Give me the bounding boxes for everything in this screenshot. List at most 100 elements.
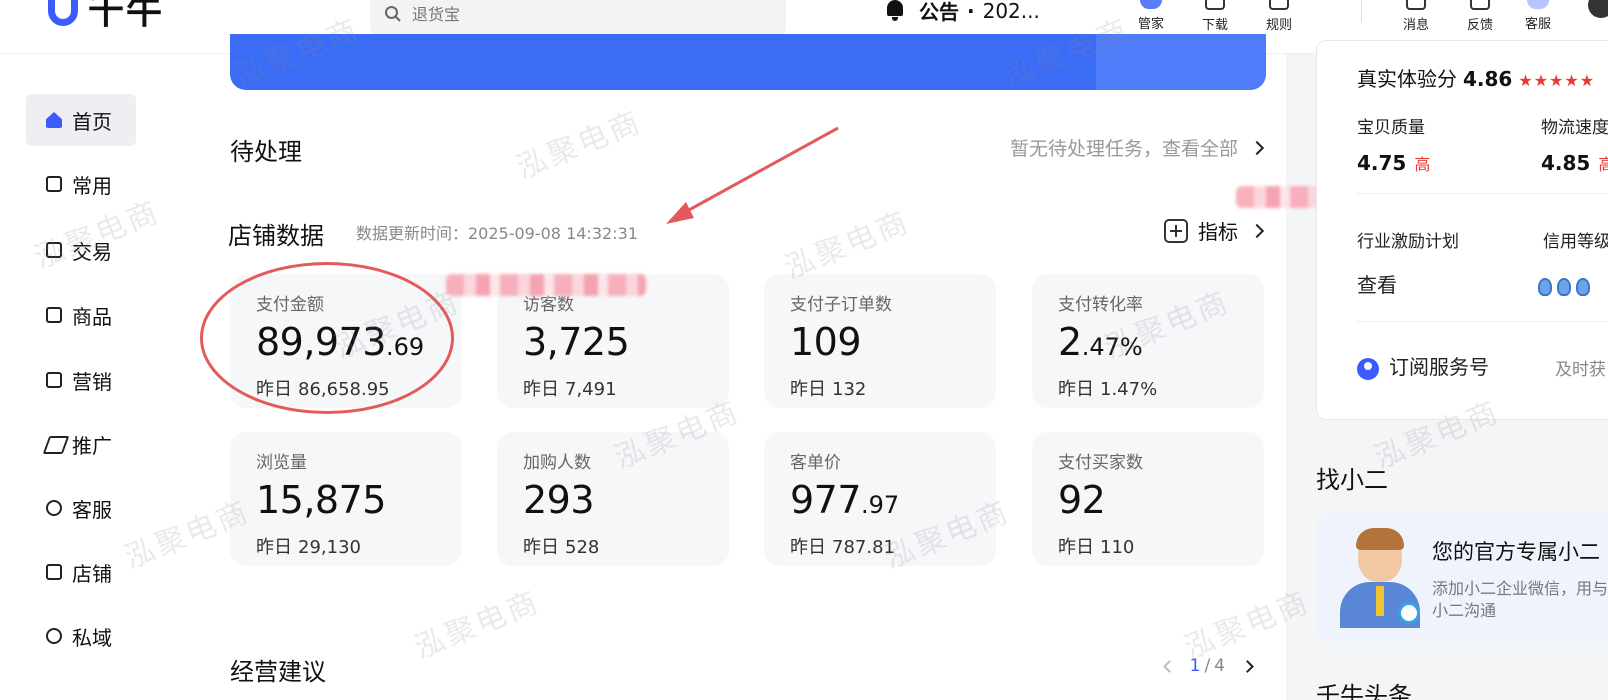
sidebar-item-favorites[interactable]: 常用	[26, 158, 136, 210]
sidebar-item-label: 商品	[72, 304, 112, 329]
metric-yesterday: 昨日 132	[790, 379, 867, 400]
metric-label: 加购人数	[523, 453, 591, 473]
sidebar-item-promotion[interactable]: 推广	[26, 418, 136, 470]
divider	[1357, 193, 1608, 194]
metric-card-add-to-cart[interactable]: 加购人数 293 昨日 528	[497, 432, 729, 566]
top-banner[interactable]	[230, 34, 1266, 90]
search-input[interactable]	[412, 4, 772, 24]
chevron-right-icon	[1249, 223, 1265, 238]
sidebar-item-label: 推广	[72, 433, 112, 458]
trade-icon	[46, 242, 62, 258]
metric-yesterday: 昨日 110	[1058, 537, 1135, 558]
shop-icon	[46, 564, 62, 580]
sidebar-item-label: 店铺	[72, 561, 112, 586]
divider	[1357, 321, 1608, 322]
metric-value: 109	[790, 320, 862, 364]
toolbar-customer-service[interactable]: 客服	[1514, 0, 1562, 32]
metric-label: 浏览量	[256, 453, 307, 473]
redacted-blur-mark	[446, 274, 646, 296]
butler-icon	[1140, 0, 1162, 9]
data-update-time: 数据更新时间：2025-09-08 14:32:31	[356, 224, 638, 243]
prev-page-icon[interactable]	[1162, 659, 1176, 673]
toolbar-label: 客服	[1524, 17, 1551, 32]
download-icon	[1205, 0, 1225, 10]
sidebar-item-label: 首页	[72, 109, 112, 134]
store-data-title: 店铺数据	[228, 222, 324, 250]
metric-value: 977.97	[790, 478, 900, 522]
helper-card[interactable]: 您的官方专属小二 添加小二企业微信，用与小二沟通	[1316, 514, 1608, 642]
news-section-title: 千牛头条	[1316, 682, 1412, 700]
message-icon	[1406, 0, 1426, 10]
bell-icon	[885, 0, 905, 22]
sidebar-item-shop[interactable]: 店铺	[26, 546, 136, 598]
metrics-button[interactable]: 指标	[1164, 216, 1265, 245]
metric-card-conversion-rate[interactable]: 支付转化率 2.47% 昨日 1.47%	[1032, 274, 1264, 408]
toolbar-divider	[1361, 0, 1362, 22]
metric-value: 15,875	[256, 478, 386, 522]
toolbar-messages[interactable]: 消息	[1392, 0, 1440, 33]
metric-value: 3,725	[523, 320, 630, 364]
metric-yesterday: 昨日 7,491	[523, 379, 617, 400]
subscribe-service-button[interactable]: 订阅服务号	[1357, 351, 1489, 380]
credit-level-diamonds-icon	[1538, 278, 1595, 296]
star-rating-icon: ★★★★★	[1518, 71, 1596, 90]
search-box[interactable]	[370, 0, 786, 36]
metric-label: 支付转化率	[1058, 295, 1143, 315]
helper-avatar-icon	[1336, 528, 1424, 628]
toolbar-label: 管家	[1137, 17, 1164, 32]
highlight-ellipse-annotation	[200, 262, 454, 414]
marketing-icon	[46, 372, 62, 388]
sidebar: 首页 常用 交易 商品 营销 推广 客服 店铺 私域	[0, 54, 160, 700]
helper-description: 添加小二企业微信，用与小二沟通	[1432, 579, 1608, 620]
toolbar-label: 反馈	[1466, 18, 1493, 33]
sidebar-item-trade[interactable]: 交易	[26, 224, 136, 276]
sidebar-item-service[interactable]: 客服	[26, 482, 136, 534]
incentive-view-link[interactable]: 查看	[1357, 269, 1397, 298]
toolbar-feedback[interactable]: 反馈	[1456, 0, 1504, 33]
rules-icon	[1269, 0, 1289, 10]
metric-card-paying-buyers[interactable]: 支付买家数 92 昨日 110	[1032, 432, 1264, 566]
metric-card-avg-order-value[interactable]: 客单价 977.97 昨日 787.81	[764, 432, 996, 566]
notice-bar[interactable]: 公告 · 202...	[885, 0, 1040, 25]
notice-date: 202...	[982, 0, 1040, 23]
favorites-icon	[46, 176, 62, 192]
sidebar-item-label: 交易	[72, 239, 112, 264]
pending-view-all-link[interactable]: 暂无待处理任务，查看全部	[1010, 134, 1265, 161]
chevron-right-icon	[1249, 140, 1265, 155]
sidebar-item-home[interactable]: 首页	[26, 94, 136, 146]
next-page-icon[interactable]	[1241, 659, 1254, 673]
metric-value: 92	[1058, 478, 1106, 522]
user-circle-icon	[1357, 357, 1379, 380]
logo-text: 千牛	[88, 0, 165, 32]
sidebar-item-marketing[interactable]: 营销	[26, 354, 136, 406]
metric-value: 293	[523, 478, 595, 522]
store-score-panel: 真实体验分 4.86 ★★★★★ 宝贝质量 4.75 高 物流速度 4.85 高 行业激…	[1316, 40, 1608, 420]
sidebar-item-private-domain[interactable]: 私域	[26, 610, 136, 662]
metric-card-sub-orders[interactable]: 支付子订单数 109 昨日 132	[764, 274, 996, 408]
incentive-label: 行业激励计划	[1357, 232, 1459, 252]
pager-separator: /	[1204, 656, 1211, 676]
sidebar-item-label: 常用	[72, 173, 112, 198]
toolbar-butler[interactable]: 管家	[1127, 0, 1175, 32]
metric-card-page-views[interactable]: 浏览量 15,875 昨日 29,130	[230, 432, 462, 566]
notice-label: 公告	[919, 0, 959, 24]
metric-value: 2.47%	[1058, 320, 1143, 364]
sidebar-item-label: 私域	[72, 625, 112, 650]
toolbar-rules[interactable]: 规则	[1255, 0, 1303, 33]
metric-yesterday: 昨日 1.47%	[1058, 379, 1158, 400]
feedback-icon	[1470, 0, 1490, 10]
sidebar-item-goods[interactable]: 商品	[26, 289, 136, 341]
experience-score[interactable]: 真实体验分 4.86 ★★★★★	[1357, 63, 1595, 92]
pending-title: 待处理	[230, 138, 302, 166]
pager-current: 1	[1189, 656, 1201, 676]
toolbar-download[interactable]: 下载	[1191, 0, 1239, 33]
app-logo[interactable]: 千牛	[48, 0, 164, 32]
user-avatar[interactable]	[1588, 0, 1608, 18]
toolbar-label: 下载	[1201, 18, 1228, 33]
subscribe-label: 订阅服务号	[1389, 355, 1489, 379]
find-helper-title: 找小二	[1316, 466, 1388, 494]
pager-total: 4	[1214, 656, 1225, 676]
business-advice-title: 经营建议	[230, 658, 326, 686]
notice-separator: ·	[967, 0, 975, 23]
metric-yesterday: 昨日 528	[523, 537, 600, 558]
